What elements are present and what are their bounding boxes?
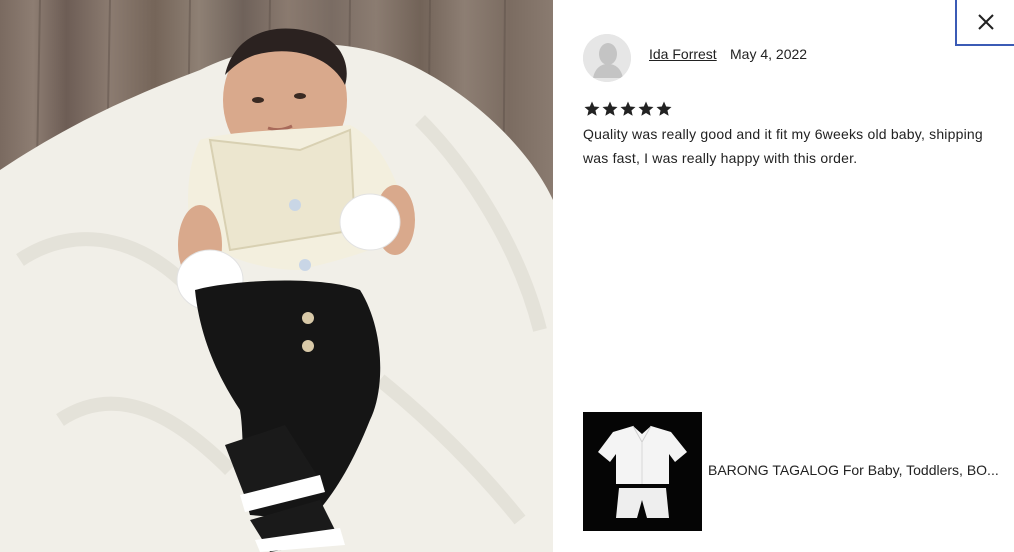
star-icon	[602, 101, 618, 116]
close-icon	[977, 14, 994, 30]
reviewer-name-link[interactable]: Ida Forrest	[649, 46, 717, 62]
review-date: May 4, 2022	[730, 46, 808, 62]
product-title-link[interactable]: BARONG TAGALOG For Baby, Toddlers, BO...	[708, 462, 1004, 478]
star-icon	[620, 101, 636, 116]
default-avatar-icon	[583, 34, 631, 82]
review-text: Quality was really good and it fit my 6w…	[583, 126, 983, 166]
product-image	[583, 412, 702, 531]
star-icon	[656, 101, 672, 116]
star-icon	[584, 101, 600, 116]
baby-photo-illustration	[0, 0, 553, 552]
star-icon	[638, 101, 654, 116]
review-panel: Ida Forrest May 4, 2022 Quality was real…	[553, 0, 1014, 552]
star-rating	[583, 100, 673, 118]
avatar	[583, 34, 631, 82]
close-button[interactable]	[955, 0, 1014, 46]
review-photo	[0, 0, 553, 552]
product-thumbnail[interactable]	[583, 412, 702, 531]
